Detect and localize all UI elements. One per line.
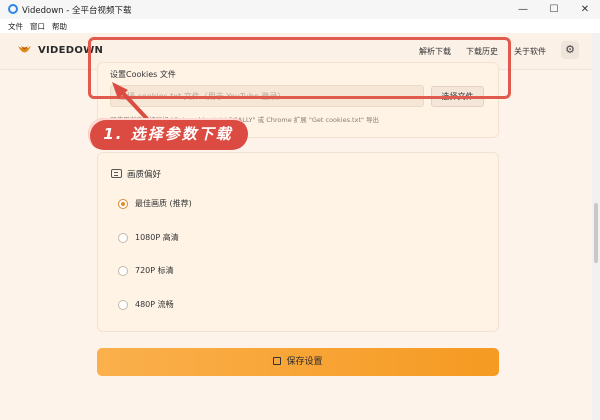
menu-bar: 文件 窗口 帮助 xyxy=(0,19,600,33)
close-button[interactable]: ✕ xyxy=(570,2,600,17)
save-settings-button[interactable]: 保存设置 xyxy=(97,348,499,376)
menu-file[interactable]: 文件 xyxy=(8,21,23,32)
save-label: 保存设置 xyxy=(286,357,323,367)
app-icon xyxy=(8,4,18,14)
highlight-box xyxy=(88,37,511,99)
radio-unselected[interactable] xyxy=(118,300,128,310)
nav-about[interactable]: 关于软件 xyxy=(514,46,546,57)
minimize-button[interactable]: — xyxy=(508,2,538,17)
save-icon xyxy=(273,357,282,365)
settings-button[interactable]: ⚙ xyxy=(561,41,579,59)
radio-unselected[interactable] xyxy=(118,266,128,276)
quality-title: 画质偏好 xyxy=(127,170,162,180)
step-annotation: 1. 选择参数下载 xyxy=(88,118,248,150)
window-title: Videdown - 全平台视频下载 xyxy=(22,6,132,16)
scrollbar-thumb[interactable] xyxy=(594,203,598,263)
radio-unselected[interactable] xyxy=(118,233,128,243)
menu-help[interactable]: 帮助 xyxy=(52,21,67,32)
video-quality-icon xyxy=(111,169,122,178)
logo-icon xyxy=(18,46,31,53)
menu-window[interactable]: 窗口 xyxy=(30,21,45,32)
scrollbar[interactable] xyxy=(592,33,600,420)
radio-selected[interactable] xyxy=(118,199,128,209)
maximize-button[interactable]: ☐ xyxy=(539,2,569,17)
gear-icon: ⚙ xyxy=(565,43,575,56)
title-bar: Videdown - 全平台视频下载 — ☐ ✕ xyxy=(0,0,600,19)
